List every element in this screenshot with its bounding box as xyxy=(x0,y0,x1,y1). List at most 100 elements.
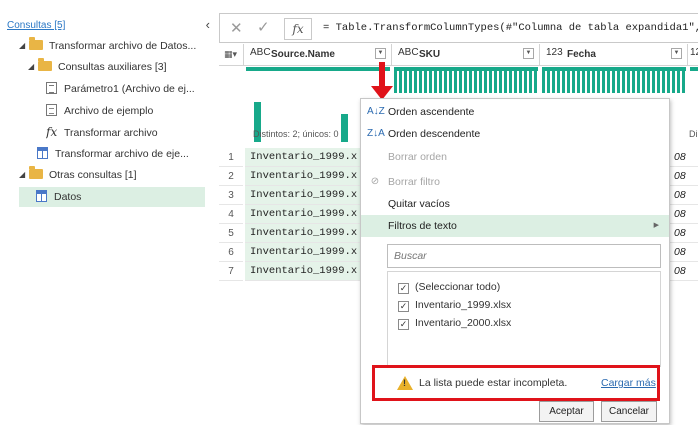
cancel-formula-icon[interactable]: ✕ xyxy=(230,19,243,37)
distribution-bar xyxy=(341,114,348,142)
query-group-consultas-auxiliares[interactable]: ◢ Consultas auxiliares [3] xyxy=(28,57,214,77)
query-group-label: Consultas auxiliares [3] xyxy=(58,61,167,73)
expand-triangle-icon[interactable]: ◢ xyxy=(19,36,29,56)
load-more-link[interactable]: Cargar más xyxy=(601,377,656,389)
queries-pane: Consultas [5] ‹ ◢ Transformar archivo de … xyxy=(0,0,216,425)
filter-value-2000[interactable]: ✓ Inventario_2000.xlsx xyxy=(398,314,511,332)
clear-filter-icon: ⊘ xyxy=(370,176,380,187)
query-item-transformar-archivo[interactable]: fx Transformar archivo xyxy=(46,122,214,142)
clear-filter-item[interactable]: ⊘ Borrar filtro xyxy=(361,171,669,193)
number-type-icon[interactable]: 12 xyxy=(690,47,698,58)
column-name: Source.Name xyxy=(271,49,335,60)
expand-triangle-icon[interactable]: ◢ xyxy=(19,165,29,185)
query-item-transformar-archivo-de-ejemplo[interactable]: Transformar archivo de eje... xyxy=(37,144,214,164)
insert-function-button[interactable]: fx xyxy=(284,18,312,40)
table-cell[interactable]: 08 xyxy=(669,167,698,186)
column-filter-dropdown-icon[interactable]: ▼ xyxy=(671,48,682,59)
table-cell[interactable]: 08 xyxy=(669,243,698,262)
column-header-partial[interactable]: 12 xyxy=(688,44,698,66)
column-name: SKU xyxy=(419,49,441,60)
folder-icon xyxy=(29,37,43,50)
query-item-parametro1[interactable]: Parámetro1 (Archivo de ej... xyxy=(46,79,214,99)
table-cell[interactable]: 08 xyxy=(669,186,698,205)
column-filter-dropdown-icon[interactable]: ▼ xyxy=(523,48,534,59)
column-header-fecha[interactable]: 123 Fecha ▼ xyxy=(540,44,688,66)
filter-value-1999[interactable]: ✓ Inventario_1999.xlsx xyxy=(398,296,511,314)
checkbox[interactable]: ✓ xyxy=(398,301,409,312)
menu-item-label: Orden descendente xyxy=(388,128,481,140)
filter-values-list: ✓ (Seleccionar todo) ✓ Inventario_1999.xls… xyxy=(387,271,661,367)
query-item-label: Parámetro1 (Archivo de ej... xyxy=(64,83,195,95)
row-number: 3 xyxy=(219,186,243,205)
filter-value-select-all[interactable]: ✓ (Seleccionar todo) xyxy=(398,278,500,296)
menu-item-label: Filtros de texto xyxy=(388,220,457,232)
row-number: 2 xyxy=(219,167,243,186)
query-item-label: Transformar archivo xyxy=(64,127,158,139)
row-number: 4 xyxy=(219,205,243,224)
table-icon xyxy=(36,190,47,202)
queries-count-title[interactable]: Consultas [5] xyxy=(7,20,65,31)
column-name: Fecha xyxy=(567,49,596,60)
sort-ascending-icon: A↓Z xyxy=(367,106,385,117)
table-menu-button[interactable]: ▦▾ xyxy=(219,44,244,66)
table-cell[interactable]: 08 xyxy=(669,205,698,224)
query-item-archivo-de-ejemplo[interactable]: Archivo de ejemplo xyxy=(46,101,214,121)
query-group-transformar-archivo[interactable]: ◢ Transformar archivo de Datos... xyxy=(19,36,214,56)
row-number: 6 xyxy=(219,243,243,262)
menu-item-label: Quitar vacíos xyxy=(388,198,450,210)
clear-sort-item[interactable]: Borrar orden xyxy=(361,146,669,168)
sort-descending-icon: Z↓A xyxy=(367,128,385,139)
column-filter-dropdown-icon[interactable]: ▼ xyxy=(375,48,386,59)
column-filter-menu: A↓Z Orden ascendente Z↓A Orden descenden… xyxy=(360,98,670,424)
expand-triangle-icon[interactable]: ◢ xyxy=(28,57,38,77)
text-type-icon[interactable]: ABC xyxy=(250,47,271,58)
sort-ascending-item[interactable]: A↓Z Orden ascendente xyxy=(361,101,669,123)
query-item-label: Archivo de ejemplo xyxy=(64,105,154,117)
table-icon xyxy=(37,147,48,159)
number-type-icon[interactable]: 123 xyxy=(546,47,563,58)
formula-bar: ✕ ✓ fx = Table.TransformColumnTypes(#"Co… xyxy=(219,13,698,43)
column-header-sku[interactable]: ABC SKU ▼ xyxy=(392,44,540,66)
query-item-label: Datos xyxy=(54,191,82,203)
function-icon: fx xyxy=(46,125,58,139)
checkbox[interactable]: ✓ xyxy=(398,283,409,294)
query-group-otras-consultas[interactable]: ◢ Otras consultas [1] xyxy=(19,165,214,185)
query-group-label: Transformar archivo de Datos... xyxy=(49,40,197,52)
menu-item-label: Borrar filtro xyxy=(388,176,440,188)
collapse-pane-icon[interactable]: ‹ xyxy=(206,17,210,32)
checkbox[interactable]: ✓ xyxy=(398,319,409,330)
text-filters-item[interactable]: Filtros de texto ▶ xyxy=(361,215,669,237)
cancel-button[interactable]: Cancelar xyxy=(601,401,657,422)
warning-icon: ! xyxy=(397,376,413,390)
filter-search-input[interactable]: Buscar xyxy=(387,244,661,268)
filter-value-label: Inventario_1999.xlsx xyxy=(415,299,512,311)
distinct-count-label: Distintos: 2; únicos: 0 xyxy=(253,129,339,139)
folder-icon xyxy=(29,166,43,179)
query-item-label: Transformar archivo de eje... xyxy=(55,148,189,160)
table-cell[interactable]: 08 xyxy=(669,148,698,167)
queries-header: Consultas [5] ‹ xyxy=(7,17,216,35)
filter-value-label: (Seleccionar todo) xyxy=(415,281,501,293)
table-cell[interactable]: 08 xyxy=(669,262,698,281)
distinct-count-label-partial: Di xyxy=(689,129,698,139)
row-number: 7 xyxy=(219,262,243,281)
confirm-formula-icon[interactable]: ✓ xyxy=(257,18,270,36)
filter-value-label: Inventario_2000.xlsx xyxy=(415,317,512,329)
arrow-shaft xyxy=(379,62,385,88)
table-cell[interactable]: 08 xyxy=(669,224,698,243)
column-header-source-name[interactable]: ABC Source.Name ▼ xyxy=(244,44,392,66)
ok-button[interactable]: Aceptar xyxy=(539,401,594,422)
folder-icon xyxy=(38,58,52,71)
sort-descending-item[interactable]: Z↓A Orden descendente xyxy=(361,123,669,145)
incomplete-list-notice: ! La lista puede estar incompleta. Carga… xyxy=(372,365,660,401)
remove-empty-item[interactable]: Quitar vacíos xyxy=(361,193,669,215)
row-number: 1 xyxy=(219,148,243,167)
column-quality-bar xyxy=(690,67,698,71)
parameter-icon xyxy=(46,82,57,94)
text-type-icon[interactable]: ABC xyxy=(398,47,419,58)
table-icon: ▦▾ xyxy=(224,49,238,59)
document-icon xyxy=(46,104,57,116)
row-number: 5 xyxy=(219,224,243,243)
query-item-datos[interactable]: Datos xyxy=(19,187,205,207)
formula-input[interactable]: = Table.TransformColumnTypes(#"Columna d… xyxy=(323,22,698,34)
